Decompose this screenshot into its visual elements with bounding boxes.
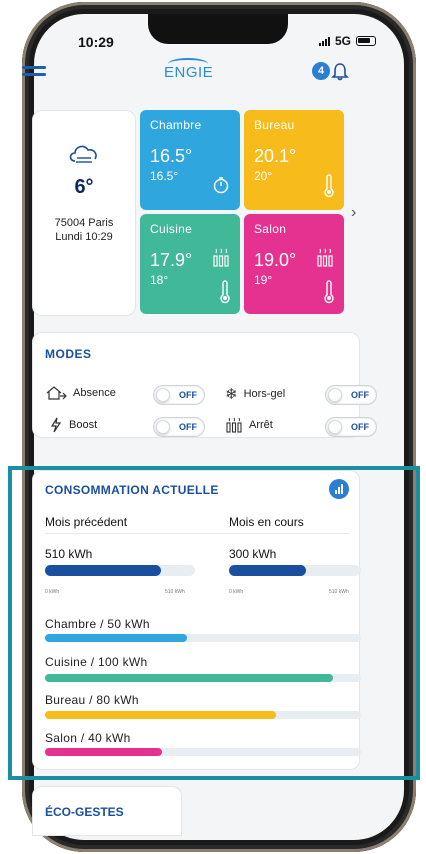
room-setpoint: 19° [254,273,273,287]
radiator-icon [317,248,333,267]
mode-label: Absence [73,387,116,399]
timer-icon [213,177,229,194]
mode-label: Hors-gel [243,388,286,400]
mode-boost: Boost [49,417,97,433]
mode-label: Arrêt [249,419,273,431]
eco-gestes-card[interactable]: ÉCO-GESTES [32,786,182,836]
notification-badge[interactable]: 4 [312,62,330,80]
toggle-state: OFF [179,390,197,400]
toggle-knob [328,388,342,402]
room-name: Chambre [150,118,202,132]
thermometer-icon [324,174,334,198]
room-tile-cuisine[interactable]: Cuisine 17.9° 18° [140,214,240,314]
toggle-state: OFF [351,422,369,432]
absence-toggle[interactable]: OFF [153,385,205,405]
battery-icon [356,36,376,46]
highlight-frame [8,466,420,780]
room-tile-salon[interactable]: Salon 19.0° 19° [244,214,344,314]
mode-hors-gel: ❄ Hors-gel [225,385,285,403]
status-indicators: 5G [318,34,376,48]
status-time: 10:29 [78,34,114,50]
room-setpoint: 20° [254,169,273,183]
radiator-icon [213,248,229,267]
bolt-icon [50,417,62,433]
room-setpoint: 18° [150,273,169,287]
bell-icon[interactable] [330,62,350,82]
thermometer-icon [220,280,230,304]
weather-location: 75004 Paris [54,217,114,229]
room-name: Cuisine [150,222,193,236]
toggle-state: OFF [351,390,369,400]
outdoor-temperature: 6° [74,176,94,198]
radiator-icon [226,417,242,433]
network-label: 5G [334,34,351,48]
engie-logo: ENGIE [164,64,214,81]
room-current-temp: 16.5° [150,146,193,166]
toggle-state: OFF [179,422,197,432]
house-away-icon [46,386,67,400]
hamburger-menu-icon[interactable] [22,66,46,82]
room-tile-bureau[interactable]: Bureau 20.1° 20° [244,110,344,210]
notch [148,14,288,44]
boost-toggle[interactable]: OFF [153,417,205,437]
chevron-right-icon[interactable]: › [351,204,356,222]
toggle-knob [328,420,342,434]
room-current-temp: 20.1° [254,146,297,166]
room-tile-chambre[interactable]: Chambre 16.5° 16.5° [140,110,240,210]
weather-card[interactable]: 6° 75004 Paris Lundi 10:29 [32,110,136,316]
thermometer-icon [324,280,334,304]
arret-toggle[interactable]: OFF [325,417,377,437]
mode-arret: Arrêt [225,417,273,433]
signal-icon [318,36,330,46]
mode-absence: Absence [45,385,116,401]
snowflake-icon: ❄ [225,386,238,403]
room-name: Salon [254,222,287,236]
weather-datetime: Lundi 10:29 [55,231,113,243]
modes-title: MODES [45,347,92,361]
mode-label: Boost [69,419,98,431]
cloud-icon [69,145,97,163]
modes-card: MODES Absence OFF ❄ Hors-gel OFF Boost O… [32,332,377,438]
toggle-knob [156,388,170,402]
room-name: Bureau [254,118,295,132]
toggle-knob [156,420,170,434]
eco-gestes-title: ÉCO-GESTES [45,805,124,819]
hors-gel-toggle[interactable]: OFF [325,385,377,405]
